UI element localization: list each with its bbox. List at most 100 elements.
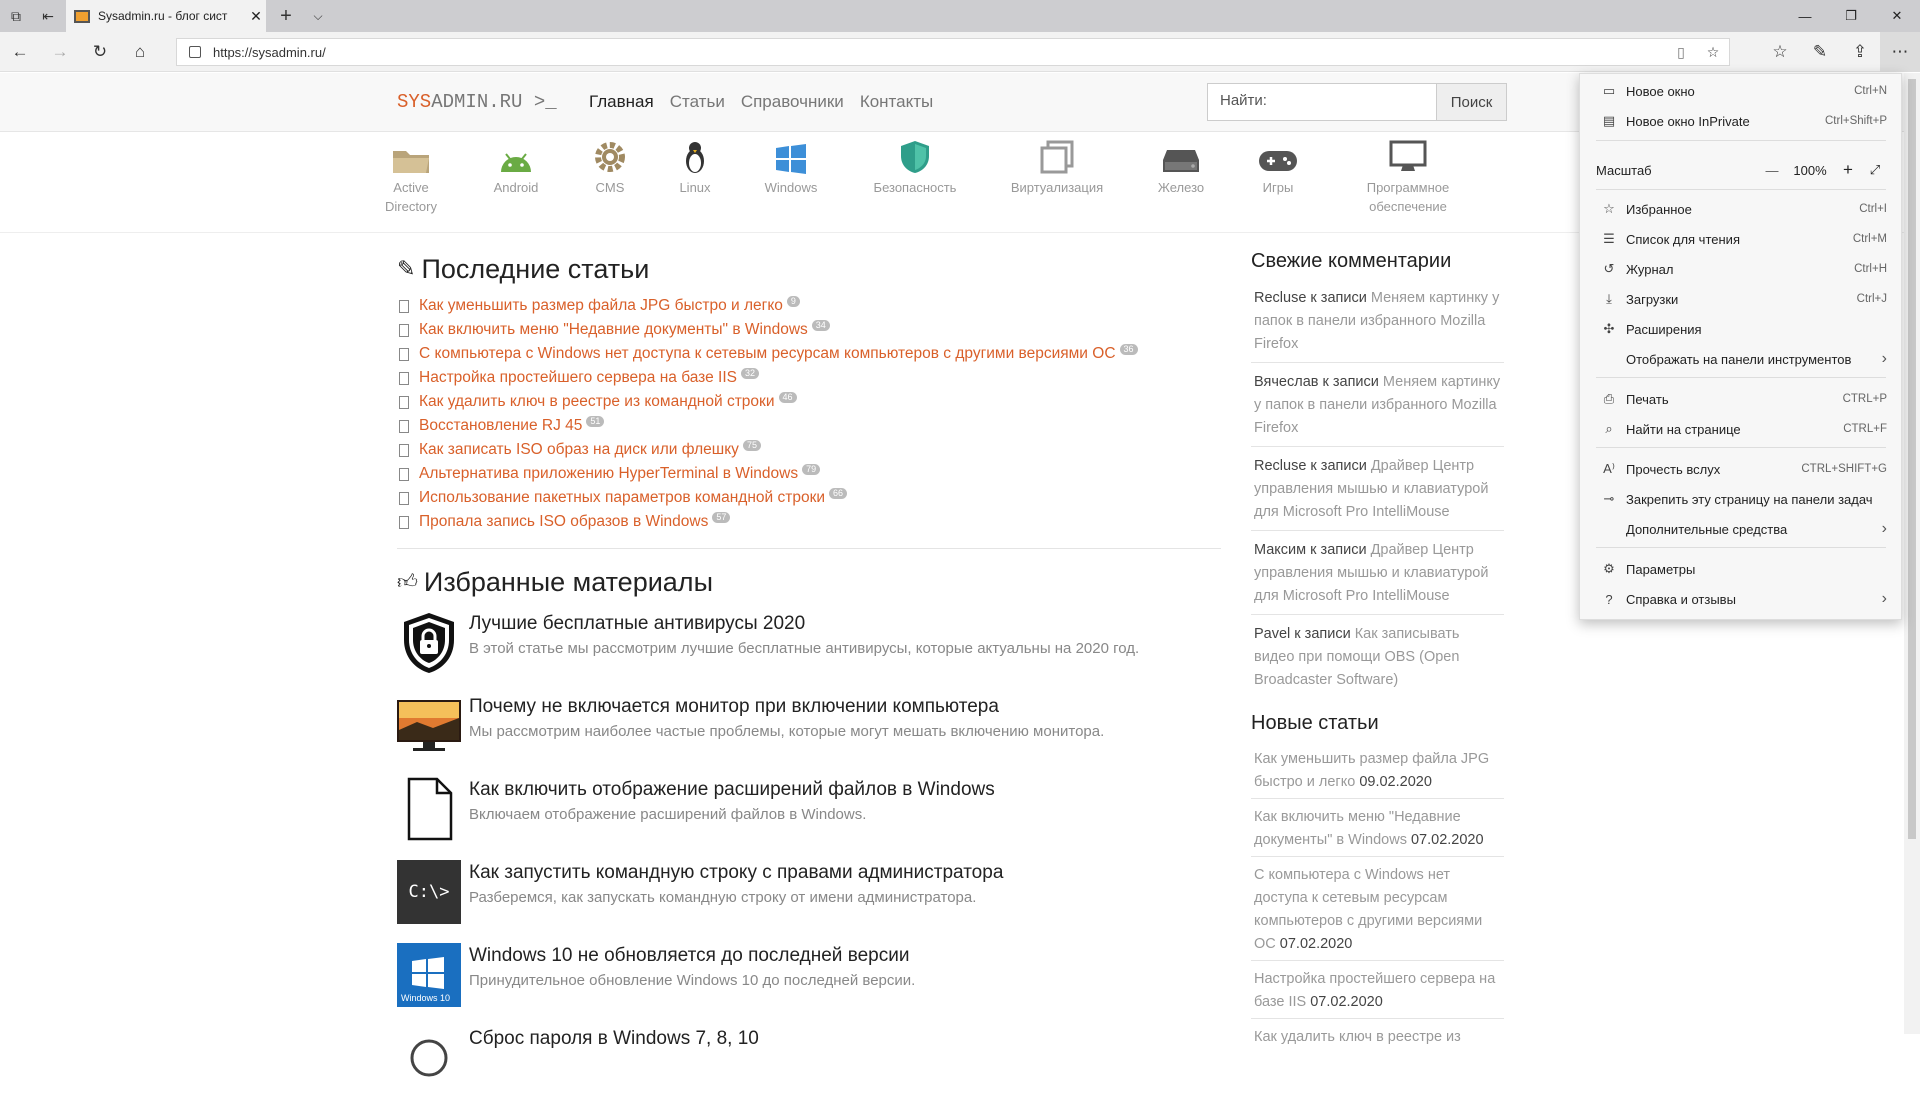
zoom-in-button[interactable]: +	[1833, 160, 1863, 180]
share-icon[interactable]: ⇪	[1840, 32, 1880, 72]
refresh-icon[interactable]: ↻	[80, 32, 120, 72]
new-article-item[interactable]: Как уменьшить размер файла JPG быстро и …	[1251, 745, 1504, 799]
category-virtualization[interactable]: Виртуализация	[997, 140, 1117, 197]
new-tab-button[interactable]: +	[272, 0, 300, 32]
article-title[interactable]: Пропала запись ISO образов в Windows	[419, 513, 708, 531]
featured-title[interactable]: Лучшие бесплатные антивирусы 2020	[469, 613, 1139, 635]
close-window-button[interactable]: ✕	[1874, 0, 1920, 32]
back-arrow-icon[interactable]: ←	[0, 32, 40, 72]
featured-title[interactable]: Как запустить командную строку с правами…	[469, 862, 1003, 884]
menu-history[interactable]: ↺ Журнал Ctrl+H	[1580, 254, 1901, 284]
vertical-scrollbar[interactable]	[1904, 73, 1920, 1034]
article-title[interactable]: Восстановление RJ 45	[419, 417, 582, 435]
address-bar[interactable]: https://sysadmin.ru/ ▯ ☆	[176, 38, 1730, 66]
lock-icon[interactable]	[189, 46, 201, 58]
menu-extensions[interactable]: ✣ Расширения	[1580, 314, 1901, 344]
article-link[interactable]: Восстановление RJ 45 51	[397, 414, 1221, 438]
nav-articles[interactable]: Статьи	[670, 92, 725, 112]
pen-icon[interactable]: ✎	[1800, 32, 1840, 72]
article-title[interactable]: Как включить меню "Недавние документы" в…	[419, 321, 808, 339]
featured-title[interactable]: Windows 10 не обновляется до последней в…	[469, 945, 915, 967]
site-logo[interactable]: SYSADMIN.RU >_	[397, 91, 557, 113]
article-title[interactable]: Как удалить ключ в реестре из командной …	[419, 393, 775, 411]
article-link[interactable]: Как записать ISO образ на диск или флешк…	[397, 438, 1221, 462]
menu-help[interactable]: ? Справка и отзывы ›	[1580, 584, 1901, 614]
comment-item[interactable]: Recluse к записи Меняем картинку у папок…	[1251, 283, 1504, 363]
comment-author[interactable]: Максим	[1254, 542, 1306, 558]
category-security[interactable]: Безопасность	[855, 140, 975, 197]
article-link[interactable]: Как уменьшить размер файла JPG быстро и …	[397, 294, 1221, 318]
menu-new-inprivate[interactable]: ▤ Новое окно InPrivate Ctrl+Shift+P	[1580, 106, 1901, 136]
featured-item[interactable]: Сброс пароля в Windows 7, 8, 10	[397, 1026, 1221, 1109]
menu-favorites[interactable]: ☆ Избранное Ctrl+I	[1580, 194, 1901, 224]
fullscreen-icon[interactable]: ⤢	[1863, 162, 1887, 178]
article-link[interactable]: Использование пакетных параметров команд…	[397, 486, 1221, 510]
comment-author[interactable]: Recluse	[1254, 290, 1306, 306]
close-tab-icon[interactable]: ✕	[246, 8, 266, 25]
browser-tab[interactable]: Sysadmin.ru - блог сист ✕	[66, 0, 266, 32]
article-link[interactable]: Как удалить ключ в реестре из командной …	[397, 390, 1221, 414]
article-title[interactable]: Как записать ISO образ на диск или флешк…	[419, 441, 739, 459]
article-link[interactable]: Пропала запись ISO образов в Windows 57	[397, 510, 1221, 534]
more-menu-icon[interactable]: ⋯	[1880, 32, 1920, 72]
category-games[interactable]: Игры	[1218, 140, 1338, 197]
featured-item[interactable]: Как включить отображение расширений файл…	[397, 777, 1221, 860]
comment-item[interactable]: Максим к записи Драйвер Центр управления…	[1251, 535, 1504, 615]
restore-button[interactable]: ❐	[1828, 0, 1874, 32]
minimize-button[interactable]: —	[1782, 0, 1828, 32]
search-button[interactable]: Поиск	[1437, 83, 1507, 121]
comment-item[interactable]: Вячеслав к записи Меняем картинку у папо…	[1251, 367, 1504, 447]
category-software[interactable]: Программное обеспечение	[1338, 140, 1478, 216]
comment-item[interactable]: Pavel к записи Как записывать видео при …	[1251, 619, 1504, 698]
article-link[interactable]: Настройка простейшего сервера на базе II…	[397, 366, 1221, 390]
article-link[interactable]: С компьютера с Windows нет доступа к сет…	[397, 342, 1221, 366]
comment-author[interactable]: Recluse	[1254, 458, 1306, 474]
featured-item[interactable]: Windows 10 Windows 10 не обновляется до …	[397, 943, 1221, 1026]
article-link[interactable]: Альтернатива приложению HyperTerminal в …	[397, 462, 1221, 486]
article-link[interactable]: Как включить меню "Недавние документы" в…	[397, 318, 1221, 342]
menu-more-tools[interactable]: Дополнительные средства ›	[1580, 514, 1901, 544]
comment-author[interactable]: Pavel	[1254, 626, 1290, 642]
article-title[interactable]: Альтернатива приложению HyperTerminal в …	[419, 465, 798, 483]
nav-references[interactable]: Справочники	[741, 92, 844, 112]
article-title[interactable]: Использование пакетных параметров команд…	[419, 489, 825, 507]
featured-title[interactable]: Сброс пароля в Windows 7, 8, 10	[469, 1028, 759, 1050]
menu-show-on-toolbar[interactable]: Отображать на панели инструментов ›	[1580, 344, 1901, 374]
menu-settings[interactable]: ⚙ Параметры	[1580, 554, 1901, 584]
new-article-item[interactable]: С компьютера с Windows нет доступа к сет…	[1251, 861, 1504, 961]
menu-downloads[interactable]: ⤓ Загрузки Ctrl+J	[1580, 284, 1901, 314]
category-active-directory[interactable]: Active Directory	[351, 140, 471, 216]
forward-arrow-icon[interactable]: →	[40, 32, 80, 72]
reading-view-icon[interactable]: ▯	[1665, 44, 1697, 61]
tab-actions-icon[interactable]: ⧉	[0, 0, 32, 32]
favorite-star-icon[interactable]: ☆	[1697, 44, 1729, 61]
featured-item[interactable]: Почему не включается монитор при включен…	[397, 694, 1221, 777]
article-title[interactable]: Настройка простейшего сервера на базе II…	[419, 369, 737, 387]
menu-find[interactable]: ⌕ Найти на странице CTRL+F	[1580, 414, 1901, 444]
menu-reading-list[interactable]: ☰ Список для чтения Ctrl+M	[1580, 224, 1901, 254]
scrollbar-thumb[interactable]	[1908, 79, 1916, 839]
featured-title[interactable]: Как включить отображение расширений файл…	[469, 779, 995, 801]
menu-print[interactable]: ⎙ Печать CTRL+P	[1580, 384, 1901, 414]
address-url[interactable]: https://sysadmin.ru/	[213, 45, 1665, 60]
featured-title[interactable]: Почему не включается монитор при включен…	[469, 696, 1104, 718]
featured-item[interactable]: Лучшие бесплатные антивирусы 2020 В этой …	[397, 611, 1221, 694]
article-title[interactable]: Как уменьшить размер файла JPG быстро и …	[419, 297, 783, 315]
new-article-title[interactable]: Как удалить ключ в реестре из	[1254, 1029, 1461, 1045]
new-article-item[interactable]: Настройка простейшего сервера на базе II…	[1251, 965, 1504, 1019]
menu-pin-taskbar[interactable]: ⊸ Закрепить эту страницу на панели задач	[1580, 484, 1901, 514]
nav-contacts[interactable]: Контакты	[860, 92, 933, 112]
featured-item[interactable]: C:\> Как запустить командную строку с пр…	[397, 860, 1221, 943]
comment-item[interactable]: Recluse к записи Драйвер Центр управлени…	[1251, 451, 1504, 531]
menu-new-window[interactable]: ▭ Новое окно Ctrl+N	[1580, 76, 1901, 106]
set-aside-tabs-icon[interactable]: ⇤	[32, 0, 64, 32]
category-windows[interactable]: Windows	[731, 140, 851, 197]
new-article-item[interactable]: Как включить меню "Недавние документы" в…	[1251, 803, 1504, 857]
zoom-out-button[interactable]: —	[1757, 163, 1787, 178]
tab-preview-chevron-icon[interactable]: ⌵	[304, 0, 332, 32]
home-icon[interactable]: ⌂	[120, 32, 160, 72]
new-article-item[interactable]: Как удалить ключ в реестре из	[1251, 1023, 1504, 1053]
search-input[interactable]: Найти:	[1207, 83, 1437, 121]
nav-home[interactable]: Главная	[589, 92, 654, 112]
comment-author[interactable]: Вячеслав	[1254, 374, 1318, 390]
